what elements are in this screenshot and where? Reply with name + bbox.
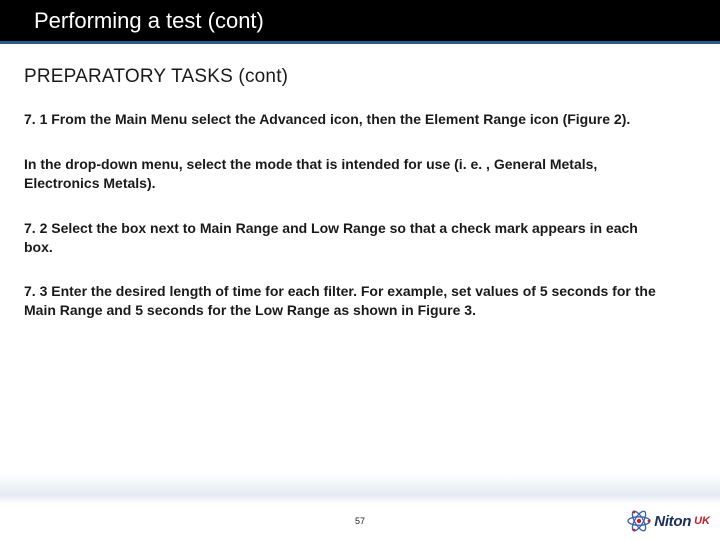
page-title: Performing a test (cont) (34, 8, 264, 34)
atom-icon (626, 508, 652, 534)
paragraph: 7. 2 Select the box next to Main Range a… (24, 219, 664, 257)
paragraph: In the drop-down menu, select the mode t… (24, 155, 664, 193)
logo-brand-text: Niton (654, 513, 691, 530)
title-bar: Performing a test (cont) (0, 0, 720, 44)
content-area: PREPARATORY TASKS (cont) 7. 1 From the M… (0, 44, 720, 320)
brand-logo: NitonUK (626, 508, 710, 534)
section-heading: PREPARATORY TASKS (cont) (24, 66, 692, 88)
footer: 57 NitonUK (0, 500, 720, 540)
footer-gradient (0, 474, 720, 504)
page-number: 57 (355, 516, 365, 526)
paragraph: 7. 3 Enter the desired length of time fo… (24, 282, 664, 320)
logo-suffix-text: UK (694, 515, 710, 527)
paragraph: 7. 1 From the Main Menu select the Advan… (24, 110, 664, 129)
